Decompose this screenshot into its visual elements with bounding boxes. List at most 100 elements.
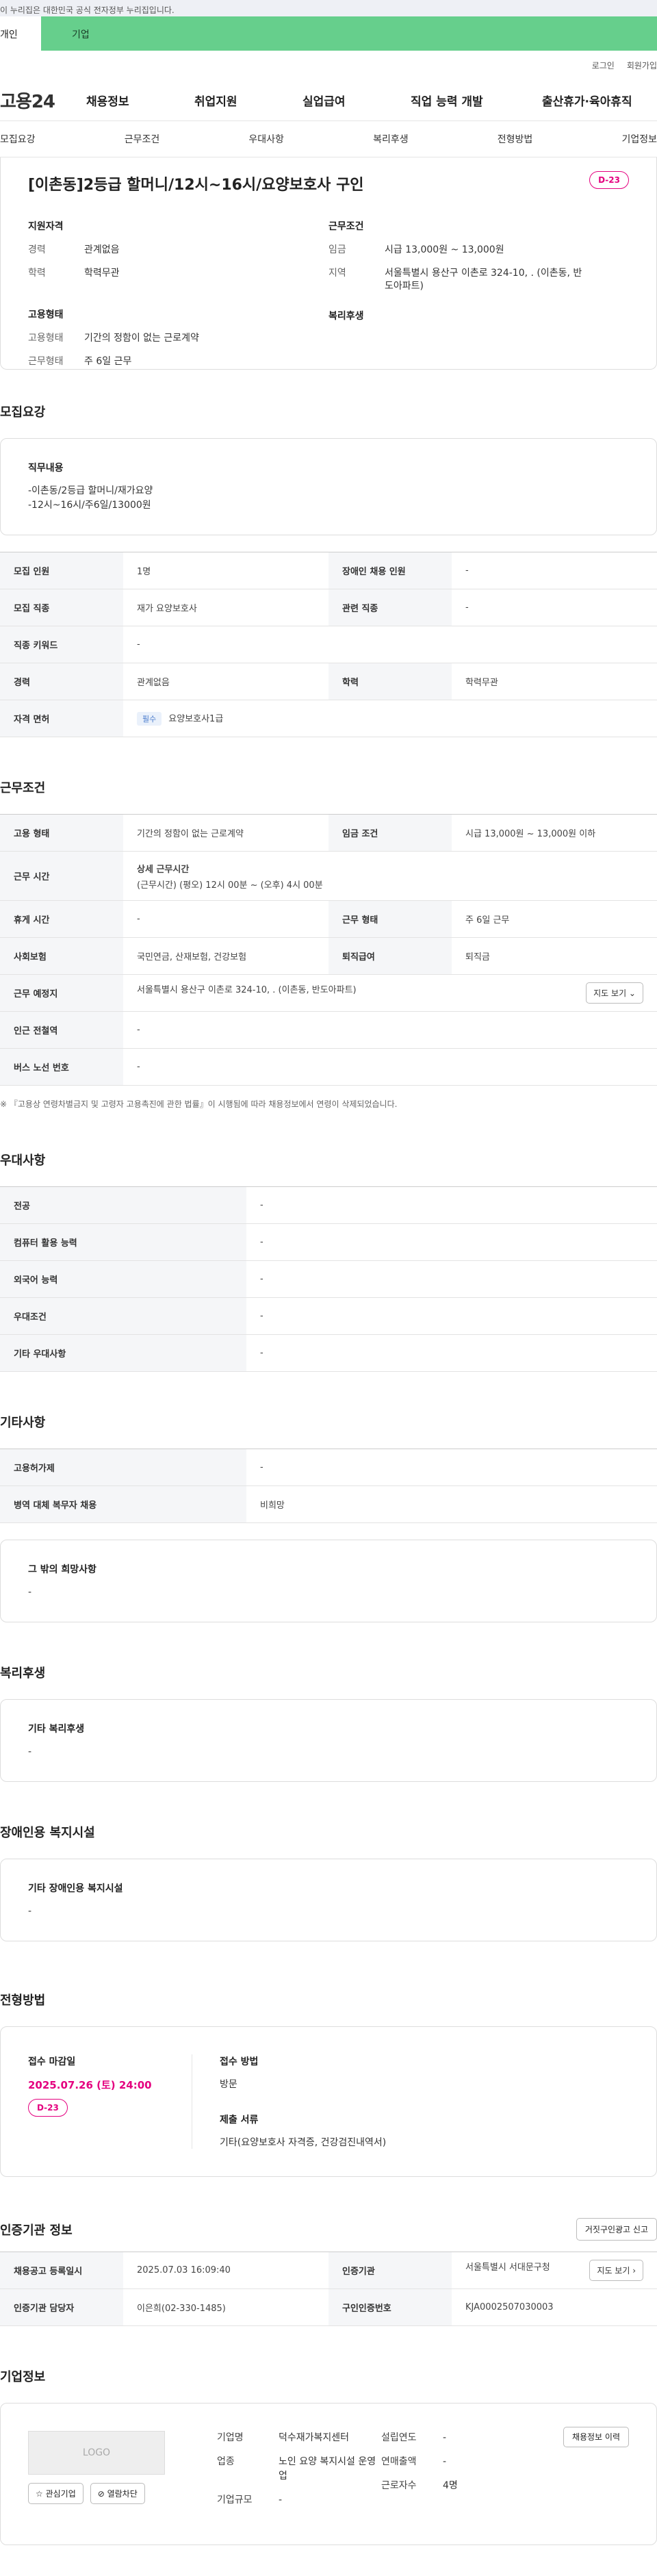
subnav-welfare[interactable]: 복리후생 [373,132,409,146]
subnav-work[interactable]: 근무조건 [125,132,160,146]
pref-table: 전공 - 컴퓨터 활용 능력 - 외국어 능력 - 우대조건 - 기타 우대사항 - [0,1186,657,1372]
rel-label: 관련 직종 [328,589,452,626]
license-label: 자격 면허 [0,700,123,737]
map-view-button[interactable]: 지도 보기 ⌄ [586,982,643,1004]
table-row: 인증기관 담당자 이은희(02-330-1485) 구인인증번호 KJA0002… [0,2288,657,2326]
duty-box: 직무내용 -이촌동/2등급 할머니/재가요양 -12시~16시/주6일/1300… [0,438,657,535]
career-value: 관계없음 [84,244,120,255]
corp-size-value: - [279,2495,283,2505]
deadline-heading: 접수 마감일 [28,2056,76,2067]
tab-company[interactable]: 기업 [41,16,657,51]
cert-map-button[interactable]: 지도 보기 › [589,2260,643,2281]
facility-heading: 기타 장애인용 복지시설 [28,1883,123,1894]
global-nav: 고용24 채용정보 취업지원 실업급여 직업 능력 개발 출산휴가·육아휴직 [0,79,657,120]
corp-emp-value: 4명 [443,2480,458,2491]
section-nav: 모집요강 근무조건 우대사항 복리후생 전형방법 기업정보 [0,120,657,157]
etc-title: 기타사항 [0,1416,46,1430]
count-label: 모집 인원 [0,552,123,589]
job-summary-card: [이촌동]2등급 할머니/12시~16시/요양보호사 구인 D-23 지원자격 … [0,157,657,370]
wage-label: 임금 조건 [328,814,452,852]
cond-heading: 근무조건 [328,221,364,232]
welfare-box: 기타 복리후생 - [0,1699,657,1782]
worktype-value: 주 6일 근무 [84,355,132,367]
site-logo[interactable]: 고용24 [0,88,86,113]
corp-year-label: 설립연도 [381,2432,417,2443]
table-row: 자격 면허 필수 요양보호사1급 [0,700,657,737]
etc-label: 고용허가제 [0,1449,246,1486]
table-row: 컴퓨터 활용 능력 - [0,1223,657,1261]
welfare-title: 복리후생 [0,1666,46,1681]
facility-title: 장애인용 복지시설 [0,1826,95,1840]
edu-value: 학력무관 [452,663,657,700]
emp-heading: 고용형태 [28,309,64,321]
utility-menu: 로그인 회원가입 [0,51,657,79]
job-label: 모집 직종 [0,589,123,626]
gnb-item-unemployment-benefit[interactable]: 실업급여 [302,92,411,109]
rest-value: - [123,900,328,938]
pref-label: 기타 우대사항 [0,1334,246,1372]
cert-title: 인증기관 정보 [0,2223,73,2238]
table-row: 고용허가제 - [0,1449,657,1486]
bus-label: 버스 노선 번호 [0,1048,123,1086]
place-value: 서울특별시 용산구 이촌로 324-10, . (이촌동, 반도아파트) [137,985,357,995]
favorite-company-button[interactable]: ☆ 관심기업 [28,2483,83,2504]
count-value: 1명 [123,552,328,589]
process-box: 접수 마감일 2025.07.26 (토) 24:00 D-23 접수 방법 방… [0,2026,657,2177]
pref-value: - [246,1297,657,1335]
reg-value: 2025.07.03 16:09:40 [123,2252,328,2289]
table-row: 채용공고 등록일시 2025.07.03 16:09:40 인증기관 서울특별시… [0,2252,657,2289]
subnav-recruit[interactable]: 모집요강 [0,132,36,146]
pref-label: 외국어 능력 [0,1260,246,1298]
etc-table: 고용허가제 - 병역 대체 복무자 채용 비희망 [0,1449,657,1523]
user-type-tabs: 개인 기업 [0,16,657,51]
table-row: 모집 인원 1명 장애인 채용 인원 - [0,552,657,589]
corp-size-label: 기업규모 [217,2495,253,2505]
join-link[interactable]: 회원가입 [627,60,657,71]
etc-value: - [246,1449,657,1486]
tab-individual[interactable]: 개인 [0,16,41,51]
emptype-label: 고용 형태 [0,814,123,852]
keyword-value: - [123,626,657,663]
table-row: 사회보험 국민연금, 산재보험, 건강보험 퇴직급여 퇴직금 [0,937,657,975]
wage-label: 임금 [328,244,346,255]
bus-value: - [123,1048,657,1086]
manager-value: 이은희(02-330-1485) [123,2288,328,2326]
cert-header: 인증기관 정보 거짓구인광고 신고 [0,2218,657,2241]
wage-value: 시급 13,000원 ~ 13,000원 이하 [452,814,657,852]
gov-banner: 이 누리집은 대한민국 공식 전자정부 누리집입니다. [0,0,657,16]
corp-name-value: 덕수재가복지센터 [279,2432,350,2443]
age-notice: ※ 『고용상 연령차별금지 및 고령자 고용촉진에 관한 법률』이 시행됨에 따… [0,1099,398,1109]
wage-value: 시급 13,000원 ~ 13,000원 [385,244,504,255]
subnav-corp[interactable]: 기업정보 [621,132,657,146]
insurance-value: 국민연금, 산재보험, 건강보험 [123,937,328,975]
deadline-value: 2025.07.26 (토) 24:00 [28,2079,152,2091]
docs-heading: 제출 서류 [220,2115,259,2126]
gnb-item-jobs[interactable]: 채용정보 [86,92,194,109]
other-wish-heading: 그 밖의 희망사항 [28,1564,96,1575]
other-wish-value: - [28,1587,32,1598]
table-row: 경력 관계없음 학력 학력무관 [0,663,657,700]
corp-biz-value: 노인 요양 복지시설 운영업 [279,2456,376,2482]
hiring-history-button[interactable]: 채용정보 이력 [563,2427,629,2447]
rel-value: - [452,589,657,626]
emptype-label: 고용형태 [28,333,64,344]
gov-banner-text: 이 누리집은 대한민국 공식 전자정부 누리집입니다. [0,5,175,15]
corp-title: 기업정보 [0,2370,46,2384]
gnb-item-parental-leave[interactable]: 출산휴가·육아휴직 [542,92,632,109]
insurance-label: 사회보험 [0,937,123,975]
subnav-pref[interactable]: 우대사항 [248,132,284,146]
login-link[interactable]: 로그인 [592,60,615,71]
table-row: 인근 전철역 - [0,1011,657,1049]
subnav-process[interactable]: 전형방법 [498,132,533,146]
gnb-item-vocational-training[interactable]: 직업 능력 개발 [411,92,542,109]
recruit-table: 모집 인원 1명 장애인 채용 인원 - 모집 직종 재가 요양보호사 관련 직… [0,552,657,737]
method-heading: 접수 방법 [220,2056,259,2067]
worktype-label: 근무형태 [28,355,64,367]
career-value: 관계없음 [123,663,328,700]
table-row: 휴게 시간 - 근무 형태 주 6일 근무 [0,900,657,938]
corp-emp-label: 근로자수 [381,2480,417,2491]
gnb-item-employment-support[interactable]: 취업지원 [194,92,302,109]
report-false-ad-button[interactable]: 거짓구인광고 신고 [576,2218,657,2241]
block-view-button[interactable]: ⊘ 열람차단 [90,2483,145,2504]
table-row: 병역 대체 복무자 채용 비희망 [0,1485,657,1523]
